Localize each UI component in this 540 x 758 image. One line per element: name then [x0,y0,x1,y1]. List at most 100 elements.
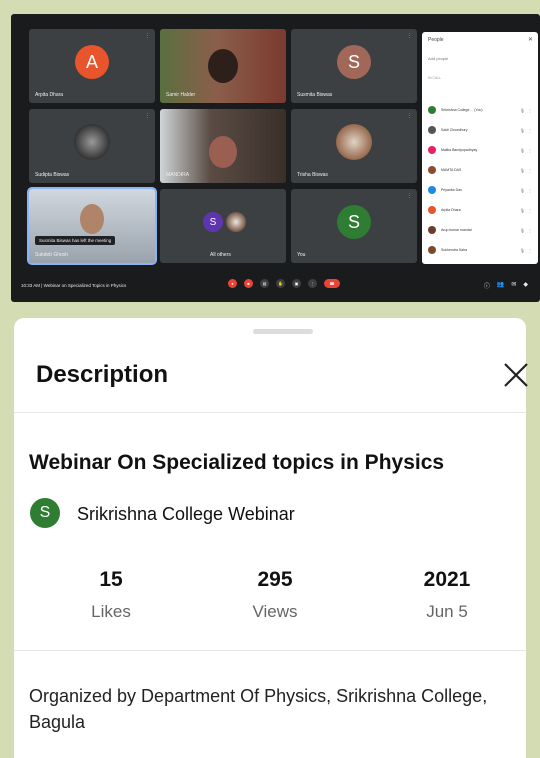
avatar [428,206,436,214]
meeting-control-bar: 10:33 AM | Webinar on Specialized Topics… [11,276,540,298]
close-icon[interactable] [501,360,531,390]
mic-icon: 🎙 [519,167,525,173]
participant-avatar: S [337,45,371,80]
participant-tile: S ⋮ Susmita Biswas [291,29,417,103]
mic-icon: 🎙 [519,187,525,193]
more-icon[interactable]: ⋮ [528,148,532,153]
people-panel-title: People [428,37,444,43]
avatar [428,146,436,154]
mic-icon: 🎙 [519,227,525,233]
participant-photo [336,124,372,161]
participant-photo [225,212,246,233]
more-icon: ⋮ [145,33,150,39]
people-row-name: Priyanka Das [441,188,462,192]
people-row-name: MAMTA DAS [441,168,462,172]
date-stat: 2021 Jun 5 [387,568,507,622]
participant-photo [209,135,237,168]
people-row[interactable]: Malika Bandyopadhyay 🎙 ⋮ [428,144,532,156]
people-row[interactable]: Sakti Chowdhury 🎙 ⋮ [428,124,532,136]
more-icon: ⋮ [145,113,150,119]
people-row[interactable]: Srikrishna College ... (You) 🎙 ⋮ [428,104,532,116]
info-icon[interactable]: ⓘ [484,281,490,290]
participant-tile: Samir Halder [160,29,286,103]
upload-date: Jun 5 [426,602,468,621]
participant-photo [74,124,110,161]
add-people-button[interactable]: Add people [428,56,448,61]
people-icon[interactable]: 👥 [497,281,504,290]
notification-toast: Susmita Biswas has left the meeting [35,236,116,245]
close-icon[interactable]: ✕ [528,36,533,43]
more-icon: ⋮ [407,193,412,199]
participant-name: Arpita Dhara [35,92,64,98]
participant-avatar: A [75,45,109,80]
participant-grid: A ⋮ Arpita Dhara Samir Halder S ⋮ Susmit… [27,29,417,265]
participant-name: MANDIRA [166,172,190,178]
mic-icon: 🎙 [519,147,525,153]
divider [14,650,526,651]
participant-name: You [297,252,306,258]
end-call-button[interactable]: ☎ [324,279,340,288]
participant-tile: ⋮ Sudipta Biswas [29,109,155,183]
present-icon[interactable]: ▣ [292,279,301,288]
more-icon[interactable]: ⋮ [528,228,532,233]
drag-handle[interactable] [253,329,313,334]
mic-icon: 🎙 [519,247,525,253]
likes-count: 15 [99,568,123,591]
people-row-name: Srikrishna College ... (You) [441,108,483,112]
more-icon[interactable]: ⋮ [528,168,532,173]
views-count: 295 [257,568,293,591]
mic-icon: 🎙 [519,107,525,113]
views-stat: 295 Views [215,568,335,622]
divider [14,412,526,413]
channel-avatar[interactable]: S [30,498,60,528]
participant-photo [80,203,104,234]
people-row[interactable]: Priyanka Das 🎙 ⋮ [428,184,532,196]
chat-icon[interactable]: ✉ [511,281,516,290]
people-group-label: IN CALL [428,76,442,80]
more-icon[interactable]: ⋮ [528,248,532,253]
more-icon: ⋮ [407,33,412,39]
more-icon[interactable]: ⋮ [528,108,532,113]
avatar [428,226,436,234]
likes-stat: 15 Likes [51,568,171,622]
channel-name[interactable]: Srikrishna College Webinar [77,504,295,525]
raise-hand-icon[interactable]: ✋ [276,279,285,288]
participant-tile: S ⋮ You [291,189,417,263]
mic-icon: 🎙 [519,127,525,133]
meeting-side-controls: ⓘ 👥 ✉ ◆ [484,281,528,290]
activities-icon[interactable]: ◆ [523,281,528,290]
people-row[interactable]: Arpita Dhara 🎙 ⋮ [428,204,532,216]
avatar [428,106,436,114]
people-panel: People ✕ Add people IN CALL Srikrishna C… [422,32,538,264]
description-text: Organized by Department Of Physics, Srik… [29,686,488,732]
sheet-title: Description [36,361,169,388]
more-icon[interactable]: ⋮ [528,208,532,213]
likes-label: Likes [91,602,131,621]
avatar [428,166,436,174]
camera-off-icon[interactable]: ■ [244,279,253,288]
more-icon[interactable]: ⋮ [528,188,532,193]
participant-tile: MANDIRA [160,109,286,183]
people-row[interactable]: MAMTA DAS 🎙 ⋮ [428,164,532,176]
more-icon[interactable]: ⋮ [528,128,532,133]
video-frame: A ⋮ Arpita Dhara Samir Halder S ⋮ Susmit… [11,14,540,302]
avatar [428,186,436,194]
participant-name: Samir Halder [166,92,196,98]
people-row[interactable]: Arup kumar mandal 🎙 ⋮ [428,224,532,236]
participant-name: Trisha Biswas [297,172,328,178]
mic-off-icon[interactable]: ● [228,279,237,288]
people-row-name: Malika Bandyopadhyay [441,148,478,152]
captions-icon[interactable]: ▤ [260,279,269,288]
meeting-controls: ● ■ ▤ ✋ ▣ ⋮ ☎ [228,279,340,288]
people-row-name: Arpita Dhara [441,208,461,212]
description-sheet: Description Webinar On Specialized topic… [14,318,528,758]
participant-name: Susmita Biswas [297,92,333,98]
avatar [428,246,436,254]
participant-avatar: S [202,212,223,233]
participant-tile: ⋮ Trisha Biswas [291,109,417,183]
people-row[interactable]: Sukhendra Saha 🎙 ⋮ [428,244,532,256]
participant-name: All others [210,252,231,258]
participant-tile: A ⋮ Arpita Dhara [29,29,155,103]
more-options-icon[interactable]: ⋮ [308,279,317,288]
meeting-info: 10:33 AM | Webinar on Specialized Topics… [21,283,127,288]
